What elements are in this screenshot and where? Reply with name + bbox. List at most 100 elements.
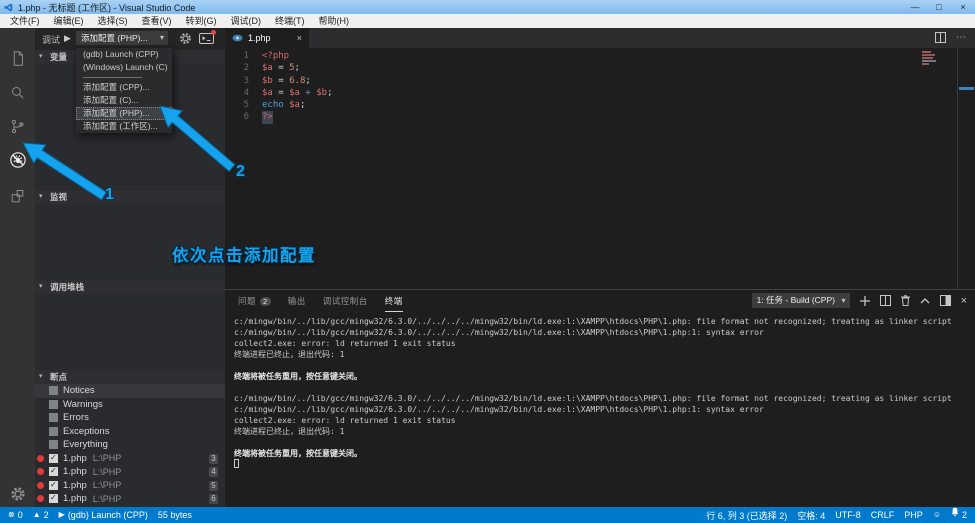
status-item-feedback-smiley[interactable]: ☺ [933, 507, 941, 523]
overview-ruler[interactable] [957, 48, 958, 289]
more-actions-icon[interactable]: ⋯ [956, 32, 967, 43]
checkbox-icon[interactable] [49, 454, 58, 463]
breakpoint-option-row[interactable]: Errors [35, 411, 225, 425]
menu-item-debug[interactable]: 调试(D) [224, 14, 269, 28]
checkbox-icon[interactable] [49, 467, 58, 476]
code-token: ?> [262, 111, 273, 123]
panel-tab-problems[interactable]: 问题2 [238, 290, 271, 312]
explorer-icon[interactable] [0, 44, 35, 72]
debug-icon[interactable] [0, 146, 35, 174]
terminal-cursor-line [234, 459, 971, 470]
breakpoint-file-row[interactable]: 1.phpL:\PHP3 [35, 452, 225, 466]
config-menu-item-1[interactable]: (Windows) Launch (C) [76, 61, 172, 74]
breakpoint-file-row[interactable]: 1.phpL:\PHP5 [35, 479, 225, 493]
config-menu-item-3[interactable]: 添加配置 (CPP)... [76, 81, 172, 94]
terminal-task-dropdown[interactable]: 1: 任务 - Build (CPP) [752, 293, 850, 308]
breakpoint-option-row[interactable]: Notices [35, 384, 225, 398]
checkbox-icon[interactable] [49, 413, 58, 422]
close-panel-icon[interactable]: × [961, 295, 967, 307]
status-bar: ⊗0 ▲2 ▶(gdb) Launch (CPP) 55 bytes 行 6, 列 3… [0, 507, 975, 523]
panel-tab-output[interactable]: 输出 [288, 290, 306, 312]
source-control-icon[interactable] [0, 112, 35, 140]
breakpoint-dot-icon [37, 482, 44, 489]
debug-console-badge [211, 30, 216, 35]
menu-item-edit[interactable]: 编辑(E) [47, 14, 91, 28]
status-item[interactable]: 行 6, 列 3 (已选择 2) [706, 509, 787, 522]
status-item[interactable]: PHP [904, 510, 923, 520]
checkbox-icon[interactable] [49, 386, 58, 395]
status-item[interactable]: UTF-8 [835, 510, 861, 520]
menu-item-go[interactable]: 转到(G) [179, 14, 224, 28]
menu-item-terminal[interactable]: 终端(T) [268, 14, 312, 28]
titlebar: 1.php - 无标题 (工作区) - Visual Studio Code —… [0, 0, 975, 14]
code-token: ; [300, 99, 305, 111]
breakpoint-option-row[interactable]: Everything [35, 438, 225, 452]
menu-item-file[interactable]: 文件(F) [3, 14, 47, 28]
config-menu-item-4[interactable]: 添加配置 (C)... [76, 94, 172, 107]
configuration-dropdown-menu: (gdb) Launch (CPP)(Windows) Launch (C) 添加… [76, 48, 172, 133]
panel-tab-debug-console[interactable]: 调试控制台 [323, 290, 368, 312]
tab-1php[interactable]: 1.php × [225, 28, 309, 48]
section-breakpoints[interactable]: 断点 [35, 370, 225, 384]
config-menu-item-6[interactable]: 添加配置 (工作区)... [76, 120, 172, 133]
code-token: echo [262, 99, 289, 111]
code-editor[interactable]: 1<?php2$a = 5;3$b = 6.8;4$a = $a + $b;5e… [225, 48, 955, 124]
settings-gear-icon[interactable] [0, 480, 35, 508]
breakpoint-file-row[interactable]: 1.phpL:\PHP4 [35, 465, 225, 479]
minimize-button[interactable]: — [903, 0, 927, 14]
panel-position-icon[interactable] [940, 295, 951, 306]
debug-console-icon[interactable] [199, 32, 214, 44]
panel-tab-terminal[interactable]: 终端 [385, 290, 403, 312]
breakpoint-option-row[interactable]: Warnings [35, 398, 225, 412]
split-terminal-icon[interactable] [880, 295, 891, 306]
breakpoint-line-badge: 4 [209, 467, 218, 477]
kill-terminal-icon[interactable] [901, 295, 910, 306]
status-item[interactable]: 空格: 4 [797, 509, 825, 522]
line-number: 1 [225, 50, 249, 62]
extensions-icon[interactable] [0, 182, 35, 210]
menu-separator [76, 74, 172, 81]
checkbox-icon[interactable] [49, 440, 58, 449]
menu-item-selection[interactable]: 选择(S) [91, 14, 135, 28]
breakpoint-option-row[interactable]: Exceptions [35, 425, 225, 439]
code-token: ; [327, 87, 332, 99]
breakpoint-file-row[interactable]: 1.phpL:\PHP6 [35, 492, 225, 506]
checkbox-icon[interactable] [49, 400, 58, 409]
status-item-text: UTF-8 [835, 510, 861, 520]
start-debug-icon[interactable]: ▶ [64, 33, 71, 44]
status-item-warning[interactable]: ▲2 [33, 507, 49, 523]
menu-item-view[interactable]: 查看(V) [135, 14, 179, 28]
php-file-icon [232, 34, 243, 42]
status-item-text: 行 6, 列 3 (已选择 2) [706, 509, 787, 522]
status-item-play[interactable]: ▶(gdb) Launch (CPP) [59, 507, 148, 523]
search-icon[interactable] [0, 78, 35, 106]
terminal-output[interactable]: c:/mingw/bin/../lib/gcc/mingw32/6.3.0/..… [234, 316, 971, 507]
maximize-panel-icon[interactable] [920, 298, 930, 304]
section-call-stack[interactable]: 调用堆栈 [35, 280, 225, 294]
debug-configuration-dropdown[interactable]: 添加配置 (PHP)... [76, 31, 168, 45]
new-terminal-icon[interactable] [860, 296, 870, 306]
breakpoint-file-name: 1.php [63, 466, 87, 477]
gear-icon[interactable] [179, 32, 192, 50]
status-item[interactable]: 55 bytes [158, 510, 192, 520]
breakpoint-file-path: L:\PHP [93, 453, 122, 463]
terminal-notice: 终端将被任务重用，按任意键关闭。 [234, 448, 971, 459]
breakpoint-option-label: Errors [63, 412, 89, 423]
line-number: 2 [225, 62, 249, 74]
close-tab-icon[interactable]: × [297, 33, 302, 43]
checkbox-icon[interactable] [49, 427, 58, 436]
checkbox-icon[interactable] [49, 494, 58, 503]
status-item-error[interactable]: ⊗0 [8, 507, 23, 523]
breakpoint-file-path: L:\PHP [93, 480, 122, 490]
menu-item-help[interactable]: 帮助(H) [312, 14, 357, 28]
status-item-bell[interactable]: 2 [951, 507, 967, 523]
config-menu-item-5[interactable]: 添加配置 (PHP)... [76, 107, 172, 120]
config-menu-item-0[interactable]: (gdb) Launch (CPP) [76, 48, 172, 61]
split-editor-icon[interactable] [935, 32, 946, 43]
checkbox-icon[interactable] [49, 481, 58, 490]
section-watch[interactable]: 监视 [35, 190, 225, 204]
panel-header: 问题2 输出调试控制台终端 1: 任务 - Build (CPP) × [225, 290, 975, 312]
status-item[interactable]: CRLF [871, 510, 895, 520]
restore-button[interactable]: □ [927, 0, 951, 14]
close-button[interactable]: × [951, 0, 975, 14]
